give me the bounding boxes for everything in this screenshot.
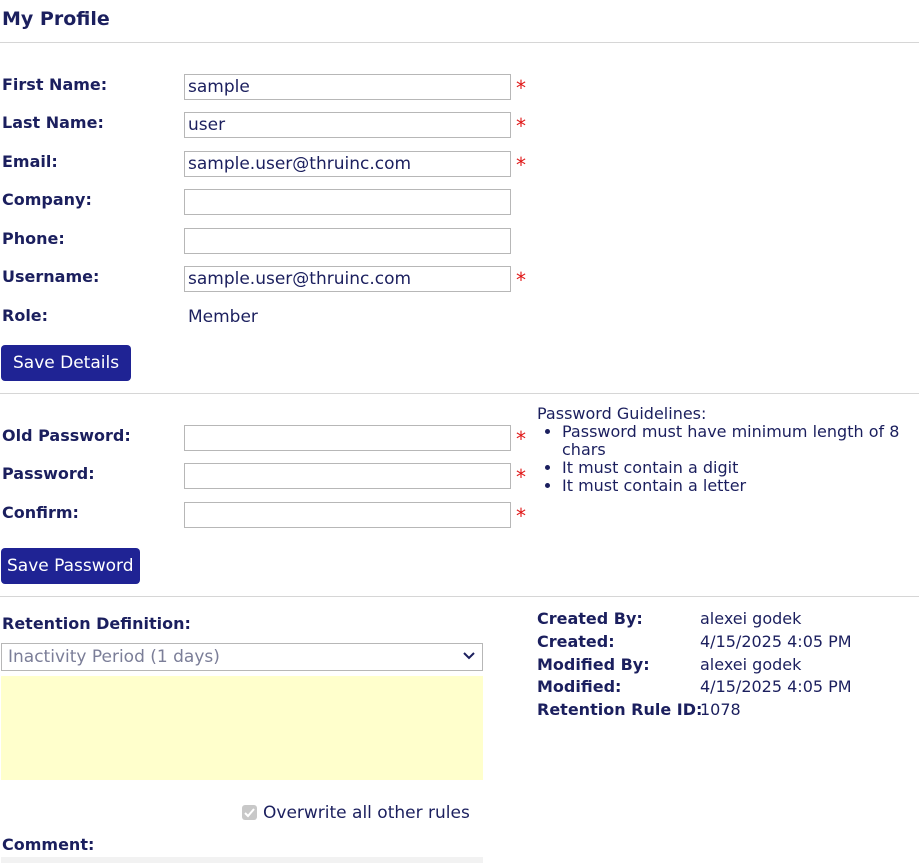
username-label: Username: <box>2 267 100 286</box>
comment-label: Comment: <box>2 835 95 854</box>
required-marker: * <box>516 268 526 292</box>
modified-by-value: alexei godek <box>700 655 802 674</box>
created-by-value: alexei godek <box>700 609 802 628</box>
company-input[interactable] <box>184 189 511 215</box>
retention-rule-id-label: Retention Rule ID: <box>537 700 703 719</box>
required-marker: * <box>516 465 526 489</box>
required-marker: * <box>516 76 526 100</box>
role-label: Role: <box>2 306 49 325</box>
last-name-input[interactable] <box>184 112 511 138</box>
email-label: Email: <box>2 152 58 171</box>
old-password-input[interactable] <box>184 425 511 451</box>
comment-input[interactable] <box>1 857 483 863</box>
chevron-down-icon <box>463 652 475 660</box>
save-details-button[interactable]: Save Details <box>1 345 132 381</box>
last-name-label: Last Name: <box>2 113 104 132</box>
password-guidelines-list: Password must have minimum length of 8 c… <box>537 423 917 495</box>
company-label: Company: <box>2 190 92 209</box>
page-title: My Profile <box>2 8 110 30</box>
confirm-password-label: Confirm: <box>2 503 79 522</box>
password-label: Password: <box>2 464 95 483</box>
created-value: 4/15/2025 4:05 PM <box>700 632 852 651</box>
email-input[interactable] <box>184 151 511 177</box>
retention-description-box <box>1 676 483 780</box>
modified-value: 4/15/2025 4:05 PM <box>700 677 852 696</box>
password-guidelines-title: Password Guidelines: <box>537 404 707 423</box>
phone-label: Phone: <box>2 229 65 248</box>
created-by-label: Created By: <box>537 609 643 628</box>
password-input[interactable] <box>184 463 511 489</box>
required-marker: * <box>516 114 526 138</box>
required-marker: * <box>516 504 526 528</box>
overwrite-checkbox[interactable] <box>242 805 257 820</box>
required-marker: * <box>516 427 526 451</box>
modified-by-label: Modified By: <box>537 655 650 674</box>
confirm-password-input[interactable] <box>184 502 511 528</box>
save-password-button[interactable]: Save Password <box>1 548 140 584</box>
guideline-item: Password must have minimum length of 8 c… <box>562 423 917 459</box>
checkmark-icon <box>244 808 255 818</box>
retention-rule-id-value: 1078 <box>700 700 741 719</box>
phone-input[interactable] <box>184 228 511 254</box>
overwrite-label: Overwrite all other rules <box>263 803 470 823</box>
password-guidelines: Password Guidelines: Password must have … <box>537 405 917 495</box>
old-password-label: Old Password: <box>2 426 131 445</box>
modified-label: Modified: <box>537 677 622 696</box>
required-marker: * <box>516 153 526 177</box>
retention-definition-label: Retention Definition: <box>2 614 191 633</box>
guideline-item: It must contain a digit <box>562 459 917 477</box>
created-label: Created: <box>537 632 615 651</box>
divider <box>0 596 919 597</box>
first-name-label: First Name: <box>2 75 108 94</box>
first-name-input[interactable] <box>184 74 511 100</box>
retention-definition-value: Inactivity Period (1 days) <box>8 647 220 667</box>
role-value: Member <box>188 307 258 327</box>
guideline-item: It must contain a letter <box>562 477 917 495</box>
retention-definition-select[interactable]: Inactivity Period (1 days) <box>1 643 483 671</box>
divider <box>0 42 919 43</box>
username-input[interactable] <box>184 266 511 292</box>
divider <box>0 393 919 394</box>
